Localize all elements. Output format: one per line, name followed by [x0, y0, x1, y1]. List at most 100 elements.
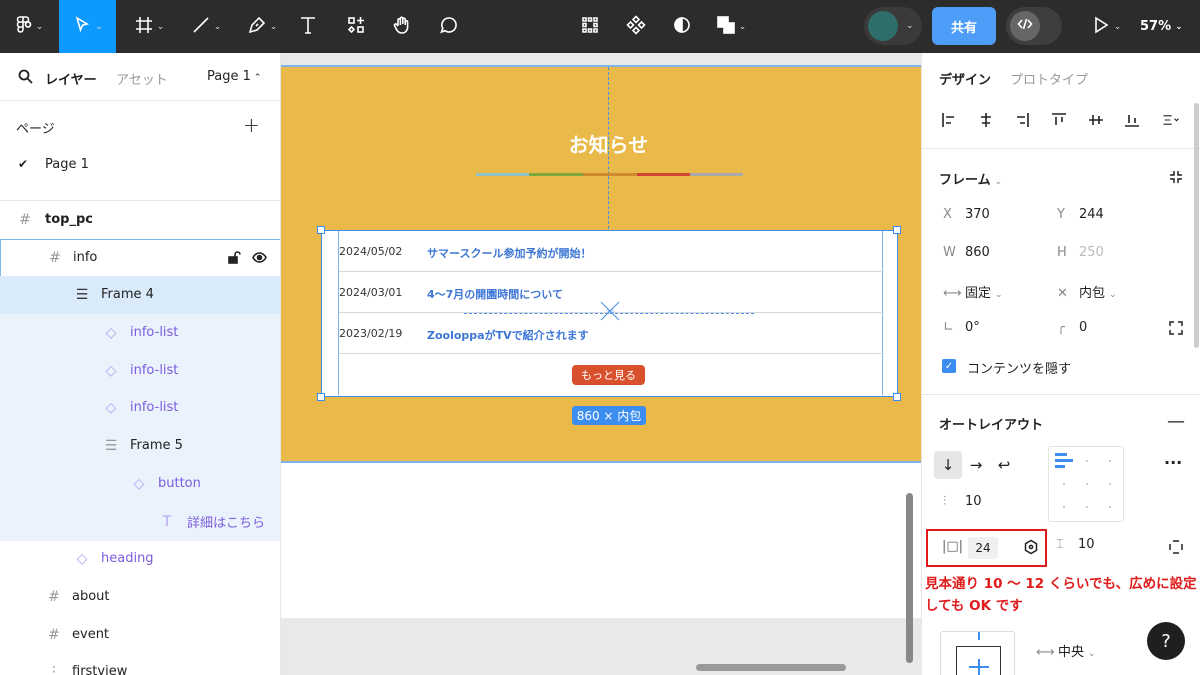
alignment-grid[interactable]: [1048, 446, 1124, 522]
frame-hash-icon: #: [48, 626, 60, 643]
gap-field[interactable]: ⫶ 10: [943, 494, 982, 509]
resources-button[interactable]: [344, 0, 368, 53]
direction-vertical-button[interactable]: ↓: [934, 451, 962, 479]
horizontal-resize-icon: ⟷: [943, 286, 962, 301]
horizontal-constraint-select[interactable]: ⟷ 中央 ⌄: [1036, 641, 1096, 660]
about-frame[interactable]: [281, 463, 921, 618]
autolayout-vertical-icon: ☰: [75, 286, 89, 303]
layer-item[interactable]: ◇ info-list: [0, 352, 280, 390]
align-bar: [1055, 459, 1073, 462]
vertical-hug-icon: ✕: [1057, 286, 1068, 301]
layer-item[interactable]: ◇ info-list: [0, 314, 280, 352]
frame-section-title[interactable]: フレーム ⌄: [939, 169, 1002, 188]
layer-item[interactable]: ◇ heading: [0, 540, 280, 578]
align-center-v-icon[interactable]: [1084, 108, 1108, 132]
pen-tool-button[interactable]: ⌄: [240, 0, 284, 53]
frame-tool-button[interactable]: ⌄: [128, 0, 170, 53]
layer-item[interactable]: ◇ info-list: [0, 389, 280, 427]
vertical-padding-field[interactable]: ⌶ 10: [1056, 537, 1095, 552]
figma-logo-icon: [13, 15, 33, 39]
align-right-icon[interactable]: [1010, 108, 1034, 132]
layer-item[interactable]: ◇ button: [0, 465, 280, 503]
hash-frame-icon: [134, 15, 154, 39]
page-item[interactable]: ✔ Page 1: [0, 151, 280, 179]
news-date: 2024/03/01: [339, 286, 403, 299]
main-menu-button[interactable]: ⌄: [8, 0, 48, 53]
info-list-row[interactable]: 2024/05/02 サマースクール参加予約が開始！: [339, 231, 884, 272]
h-field[interactable]: H 250: [1057, 245, 1104, 260]
zoom-menu[interactable]: 57% ⌄: [1140, 0, 1183, 53]
layer-item[interactable]: ☰ Frame 4: [0, 276, 280, 314]
direction-horizontal-button[interactable]: →: [962, 451, 990, 479]
comment-tool-button[interactable]: [437, 0, 461, 53]
text-tool-button[interactable]: [296, 0, 320, 53]
individual-padding-icon[interactable]: [1168, 539, 1184, 555]
independent-corners-icon[interactable]: [1168, 320, 1184, 336]
clip-content-checkbox[interactable]: ✓: [942, 359, 956, 373]
rotation-field[interactable]: ∟ 0°: [943, 320, 980, 335]
layout-grid-button[interactable]: [578, 0, 602, 53]
layer-item[interactable]: ⋮ firstview: [0, 653, 280, 675]
dev-mode-toggle[interactable]: [1006, 7, 1062, 45]
layer-item[interactable]: ☰ Frame 5: [0, 427, 280, 465]
layer-item[interactable]: # event: [0, 616, 280, 654]
tab-assets[interactable]: アセット: [116, 69, 168, 88]
move-tool-button[interactable]: ⌄: [59, 0, 116, 53]
user-avatar-menu[interactable]: ⌄: [864, 7, 922, 45]
vertical-scrollbar[interactable]: [906, 493, 913, 663]
eye-icon[interactable]: [252, 250, 267, 269]
horizontal-resizing-select[interactable]: ⟷ 固定 ⌄: [943, 282, 1003, 301]
pen-icon: [247, 15, 267, 39]
present-button[interactable]: ⌄: [1088, 0, 1124, 53]
more-button[interactable]: もっと見る: [572, 365, 645, 385]
layer-item[interactable]: # about: [0, 578, 280, 616]
align-bottom-icon[interactable]: [1120, 108, 1144, 132]
x-field[interactable]: X 370: [943, 207, 990, 222]
canvas[interactable]: お知らせ 2024/05/02 サマースクール参加予約が開始！ 2024/03/…: [281, 53, 921, 675]
constraints-widget[interactable]: [940, 631, 1015, 675]
tab-prototype[interactable]: プロトタイプ: [1010, 69, 1088, 88]
panel-scrollbar[interactable]: [1194, 103, 1199, 348]
colorbar-segment: [637, 173, 690, 176]
variable-hexagon-icon[interactable]: [1023, 539, 1039, 555]
search-icon[interactable]: [18, 69, 33, 84]
align-left-icon[interactable]: [937, 108, 961, 132]
frame-dotted-icon: ⋮: [47, 663, 61, 675]
horizontal-padding-input[interactable]: 24: [968, 537, 998, 559]
gap-measure-label: 10: [606, 309, 614, 316]
component-diamond-icon: [626, 14, 646, 39]
boolean-button[interactable]: ⌄: [716, 0, 746, 53]
layer-item[interactable]: # info: [0, 239, 280, 277]
align-center-h-icon[interactable]: [974, 108, 998, 132]
tab-design[interactable]: デザイン: [939, 69, 991, 88]
unlock-icon[interactable]: [227, 250, 242, 269]
mask-button[interactable]: [670, 0, 694, 53]
y-field[interactable]: Y 244: [1057, 207, 1104, 222]
resize-handle[interactable]: [317, 393, 325, 401]
vertical-resizing-select[interactable]: ✕ 内包 ⌄: [1057, 282, 1117, 301]
page-selector[interactable]: Page 1 ⌃: [207, 69, 261, 84]
remove-autolayout-button[interactable]: —: [1167, 411, 1185, 432]
share-button[interactable]: 共有: [932, 7, 996, 45]
rotation-icon: ∟: [943, 320, 954, 335]
more-options-icon[interactable]: ···: [1164, 453, 1182, 472]
layer-item[interactable]: # top_pc: [0, 201, 280, 239]
align-top-icon[interactable]: [1047, 108, 1071, 132]
resize-handle[interactable]: [893, 393, 901, 401]
direction-wrap-button[interactable]: ↩: [990, 451, 1018, 479]
add-page-button[interactable]: +: [243, 113, 260, 137]
resize-handle[interactable]: [893, 226, 901, 234]
layer-item[interactable]: T 詳細はこちら: [0, 503, 280, 541]
radius-field[interactable]: ╭ 0: [1057, 320, 1087, 335]
resize-handle[interactable]: [317, 226, 325, 234]
collapse-icon[interactable]: [1168, 169, 1184, 185]
horizontal-scrollbar[interactable]: [696, 664, 846, 671]
tab-layers[interactable]: レイヤー: [45, 69, 97, 88]
help-button[interactable]: ?: [1147, 622, 1185, 660]
hand-tool-button[interactable]: [390, 0, 414, 53]
line-tool-button[interactable]: ⌄: [184, 0, 228, 53]
distribute-menu-icon[interactable]: [1154, 108, 1188, 132]
w-field[interactable]: W 860: [943, 245, 990, 260]
component-button[interactable]: [624, 0, 648, 53]
pages-section: ページ + ✔ Page 1: [0, 101, 280, 201]
